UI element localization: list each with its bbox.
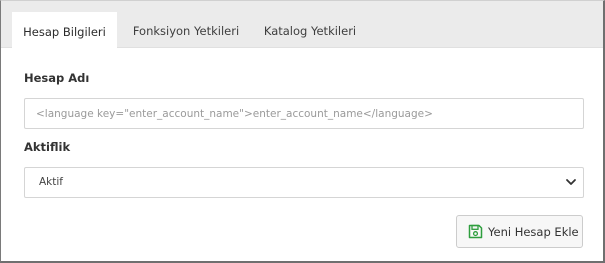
tab-hesap-bilgileri[interactable]: Hesap Bilgileri bbox=[12, 12, 117, 49]
tab-fonksiyon-yetkileri[interactable]: Fonksiyon Yetkileri bbox=[128, 12, 244, 47]
status-select[interactable]: Aktif bbox=[24, 167, 584, 198]
tab-katalog-yetkileri[interactable]: Katalog Yetkileri bbox=[256, 12, 364, 47]
add-account-button[interactable]: Yeni Hesap Ekle bbox=[456, 215, 583, 248]
account-name-label: Hesap Adı bbox=[24, 71, 90, 85]
floppy-save-icon bbox=[468, 224, 483, 239]
tab-bar: Hesap Bilgileri Fonksiyon Yetkileri Kata… bbox=[1, 1, 603, 49]
account-panel: Hesap Bilgileri Fonksiyon Yetkileri Kata… bbox=[0, 0, 605, 263]
status-selected-value: Aktif bbox=[39, 176, 63, 188]
account-name-input[interactable] bbox=[24, 98, 584, 129]
chevron-down-icon bbox=[566, 179, 576, 185]
status-label: Aktiflik bbox=[24, 140, 71, 154]
add-account-button-label: Yeni Hesap Ekle bbox=[488, 225, 579, 239]
